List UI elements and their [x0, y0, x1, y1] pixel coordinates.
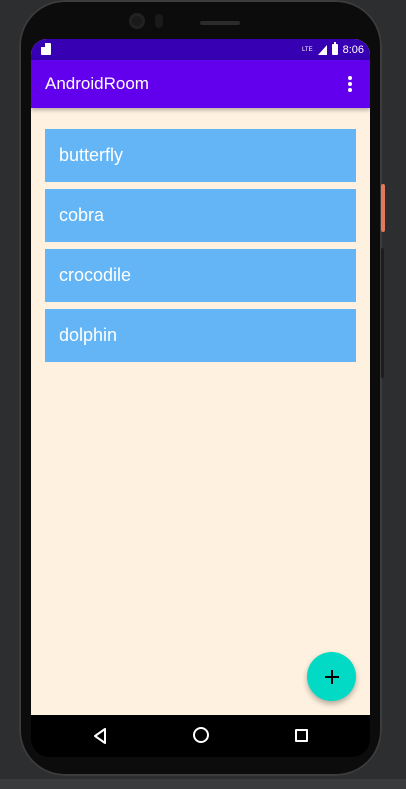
sd-card-icon — [41, 43, 51, 55]
device-screen: LTE 8:06 AndroidRoom butterfly cobra cro… — [31, 39, 370, 715]
desktop-background — [0, 779, 406, 789]
more-vert-icon[interactable] — [340, 74, 360, 94]
front-camera — [129, 13, 145, 29]
earpiece-speaker — [200, 21, 240, 25]
menu-dot — [348, 88, 352, 92]
back-icon[interactable] — [93, 728, 107, 744]
volume-button[interactable] — [381, 248, 384, 378]
status-bar: LTE 8:06 — [31, 39, 370, 60]
app-bar: AndroidRoom — [31, 60, 370, 108]
home-icon[interactable] — [193, 727, 209, 743]
list-item[interactable]: cobra — [45, 189, 356, 242]
signal-icon — [317, 44, 327, 55]
proximity-sensor — [155, 14, 163, 28]
network-type-label: LTE — [302, 46, 313, 53]
navigation-bar — [31, 715, 370, 757]
menu-dot — [348, 82, 352, 86]
status-time: 8:06 — [342, 43, 364, 56]
status-indicators: LTE 8:06 — [302, 42, 364, 57]
battery-icon — [331, 42, 338, 55]
power-button[interactable] — [381, 184, 385, 232]
menu-dot — [348, 76, 352, 80]
list-item[interactable]: crocodile — [45, 249, 356, 302]
add-icon — [324, 669, 339, 684]
list-item[interactable]: butterfly — [45, 129, 356, 182]
list-item[interactable]: dolphin — [45, 309, 356, 362]
app-title: AndroidRoom — [45, 74, 149, 93]
add-fab-button[interactable] — [307, 652, 356, 701]
animal-list: butterfly cobra crocodile dolphin — [45, 129, 356, 369]
recents-icon[interactable] — [295, 729, 308, 742]
